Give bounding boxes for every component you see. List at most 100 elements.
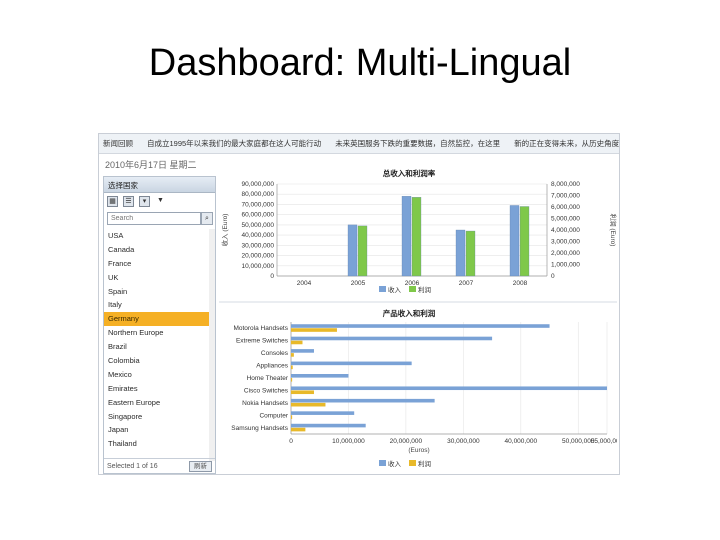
y-tick-label: 70,000,000 [241, 201, 274, 208]
x-tick-label: 30,000,000 [447, 438, 480, 445]
bar [357, 225, 368, 277]
filter-icon[interactable]: ▾ [139, 196, 150, 207]
bar [291, 427, 306, 432]
x-tick-label: 20,000,000 [390, 438, 423, 445]
x-tick-label: 2005 [351, 280, 366, 287]
bar [519, 206, 530, 277]
bar [291, 390, 314, 395]
country-item[interactable]: USA [104, 229, 209, 243]
country-item[interactable]: Italy [104, 298, 209, 312]
refresh-button[interactable]: 刷新 [189, 460, 212, 472]
search-icon[interactable]: ⌕ [201, 212, 213, 225]
ticker-item[interactable]: 自成立1995年以来我们的最大家庭都在这人可能行动 [147, 138, 321, 149]
panel-footer: Selected 1 of 16 刷新 [104, 458, 215, 473]
legend-swatch [409, 460, 416, 466]
bar [455, 229, 466, 277]
y2-tick-label: 5,000,000 [551, 216, 580, 223]
country-item[interactable]: Spain [104, 285, 209, 299]
charts-area: 总收入和利润率 0 10,000,000 20,000,000 30,000,000 40… [219, 164, 619, 474]
x-tick-label: 2008 [513, 280, 528, 287]
panel-title: 选择国家 [104, 177, 215, 193]
country-item[interactable]: Colombia [104, 354, 209, 368]
country-list: USA Canada France UK Spain Italy Germany Northe… [104, 229, 215, 461]
y-tick-label: 0 [270, 273, 274, 280]
ticker-item[interactable]: 未来英国服务下跌的重要数据，自然监控，在这里 [335, 138, 500, 149]
bar [411, 197, 422, 277]
y-tick-label: 10,000,000 [241, 263, 274, 270]
ticker-item[interactable]: 新的正在变得未来，从历史角度 [514, 138, 619, 149]
bar [291, 324, 550, 328]
legend-label: 利润 [418, 459, 431, 468]
selection-count: Selected 1 of 16 [107, 462, 158, 470]
grid-icon[interactable]: ▦ [107, 196, 118, 207]
dashboard-date: 2010年6月17日 星期二 [105, 160, 197, 170]
bar [291, 365, 293, 370]
x-axis-label: (Euros) [408, 447, 429, 454]
y-tick-label: 60,000,000 [241, 212, 274, 219]
chart-title: 产品收入和利润 [383, 308, 436, 318]
country-item[interactable]: Mexico [104, 368, 209, 382]
bar [291, 336, 493, 341]
country-item[interactable]: Northern Europe [104, 326, 209, 340]
legend-swatch [379, 460, 386, 466]
x-tick-label: 0 [289, 438, 293, 445]
y-tick-label: 50,000,000 [241, 222, 274, 229]
country-item[interactable]: Thailand [104, 437, 209, 451]
country-item[interactable]: Singapore [104, 410, 209, 424]
bar [347, 224, 358, 277]
x-tick-label: 2004 [297, 280, 312, 287]
dashboard-screenshot: 新闻回顾 自成立1995年以来我们的最大家庭都在这人可能行动 未来英国服务下跌的… [98, 133, 620, 475]
bar [291, 328, 337, 332]
bar [291, 378, 293, 382]
x-tick-label: 2007 [459, 280, 474, 287]
y-tick-label: Cisco Switches [244, 387, 289, 394]
country-item[interactable]: Eastern Europe [104, 396, 209, 410]
charts-svg: 总收入和利润率 0 10,000,000 20,000,000 30,000,000 40… [219, 168, 619, 468]
slide-title: Dashboard: Multi-Lingual [148, 42, 572, 84]
list-icon[interactable]: ☰ [123, 196, 134, 207]
y-tick-label: Computer [259, 412, 288, 419]
y-tick-label: Nokia Handsets [242, 400, 289, 407]
y2-tick-label: 2,000,000 [551, 250, 580, 257]
bar [291, 361, 412, 366]
search-input[interactable] [107, 212, 201, 225]
news-ticker: 新闻回顾 自成立1995年以来我们的最大家庭都在这人可能行动 未来英国服务下跌的… [99, 134, 619, 154]
y-tick-label: Appliances [256, 363, 289, 370]
x-tick-label: 2006 [405, 280, 420, 287]
bar [291, 353, 294, 357]
bar [291, 398, 435, 403]
y2-tick-label: 8,000,000 [551, 181, 580, 188]
country-item[interactable]: Brazil [104, 340, 209, 354]
y-tick-label: Consoles [261, 350, 289, 357]
country-item[interactable]: France [104, 257, 209, 271]
country-item[interactable]: Germany [104, 312, 209, 327]
country-item[interactable]: Japan [104, 423, 209, 437]
y-tick-label: Home Theater [247, 375, 289, 382]
y-tick-label: 80,000,000 [241, 191, 274, 198]
y-tick-label: 20,000,000 [241, 253, 274, 260]
y-tick-label: Samsung Handsets [231, 425, 288, 432]
y-tick-label: 40,000,000 [241, 232, 274, 239]
country-item[interactable]: Emirates [104, 382, 209, 396]
bar [291, 402, 326, 407]
y2-tick-label: 4,000,000 [551, 227, 580, 234]
bar [465, 230, 476, 277]
bar [291, 340, 303, 345]
search-row: ⌕ [107, 212, 213, 225]
chart-title: 总收入和利润率 [383, 168, 436, 178]
legend-swatch [379, 286, 386, 292]
bar [291, 374, 349, 378]
y-tick-label: 30,000,000 [241, 242, 274, 249]
y-axis-label: 收入 (Euro) [220, 214, 229, 247]
chevron-down-icon[interactable]: ▼ [155, 196, 166, 207]
y2-axis-label: 利润 (Euro) [609, 214, 617, 247]
bar [291, 423, 366, 428]
ticker-item[interactable]: 新闻回顾 [103, 138, 133, 149]
country-item[interactable]: UK [104, 271, 209, 285]
y-tick-label: 90,000,000 [241, 181, 274, 188]
legend-swatch [409, 286, 416, 292]
legend-label: 利润 [418, 285, 431, 294]
country-item[interactable]: Canada [104, 243, 209, 257]
legend-label: 收入 [388, 285, 402, 294]
y2-tick-label: 6,000,000 [551, 204, 580, 211]
